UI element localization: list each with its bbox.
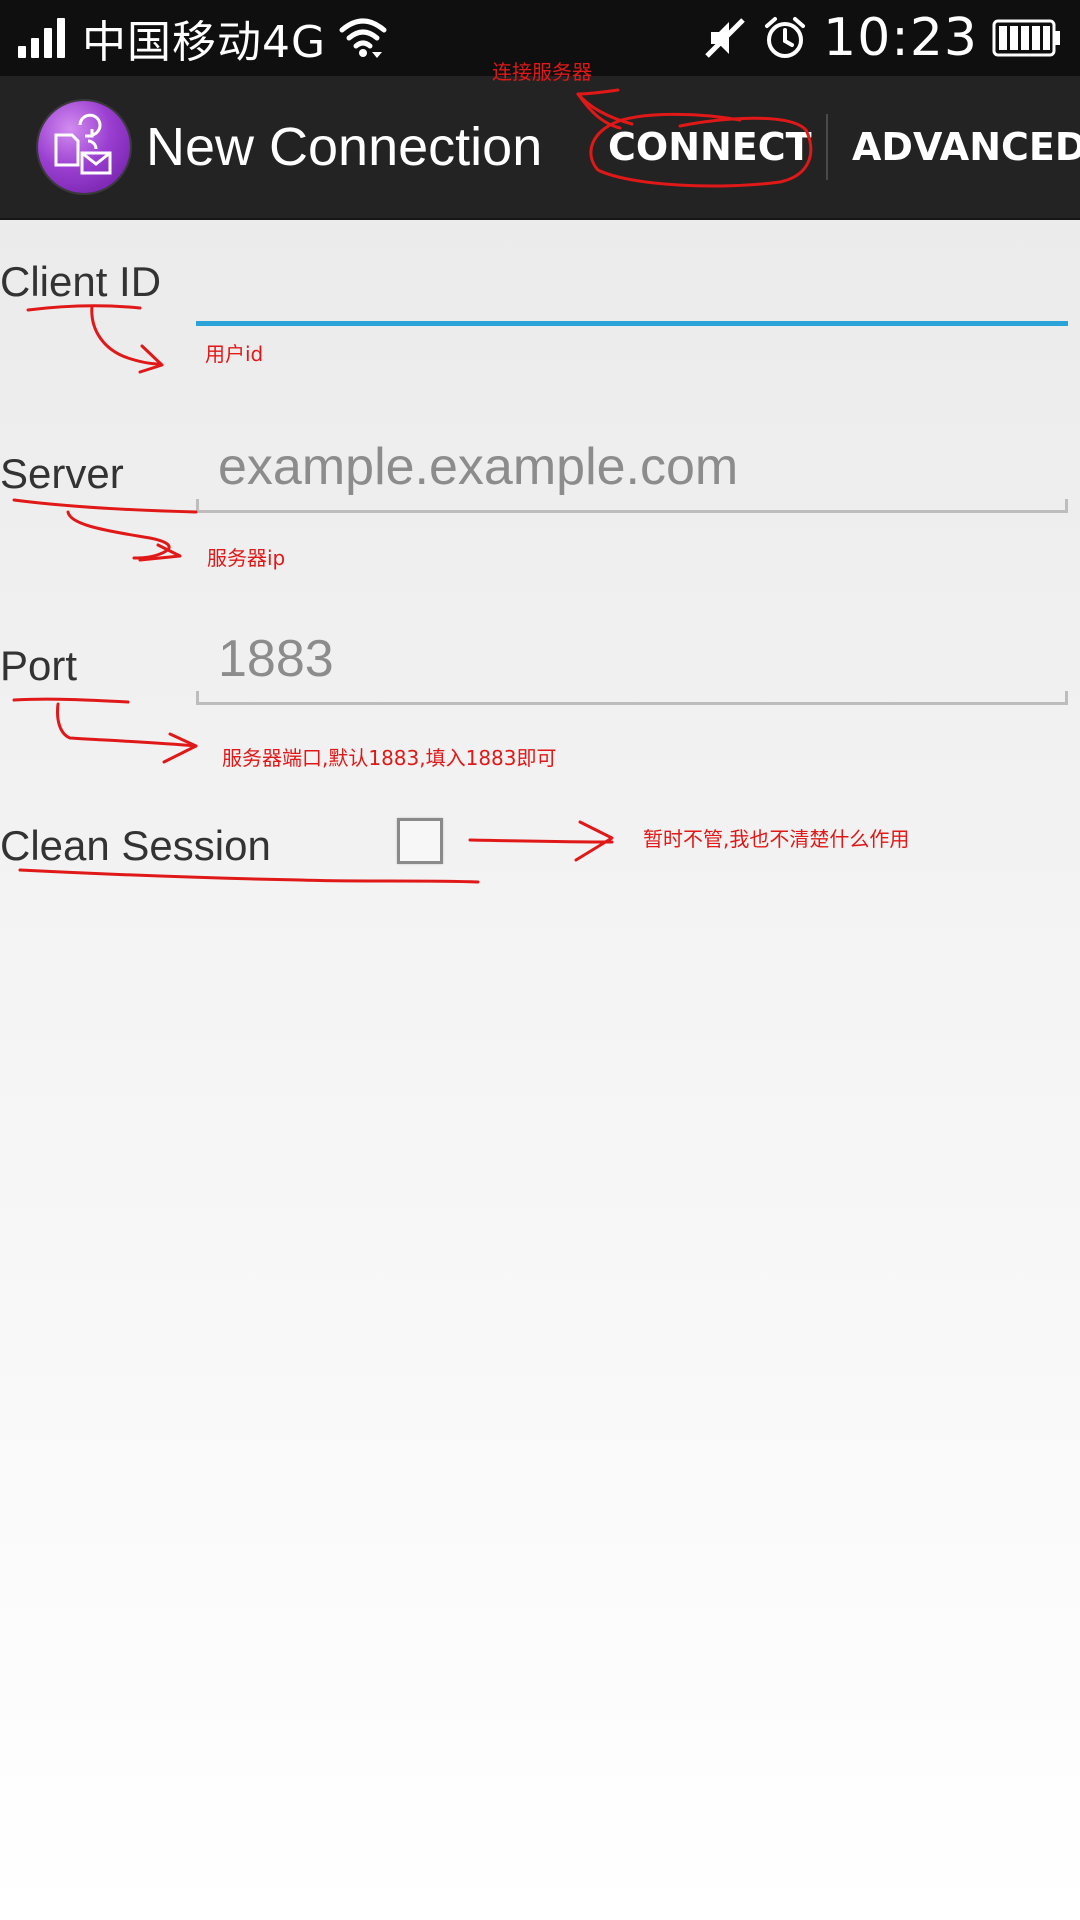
server-input[interactable]: example.example.com (196, 437, 1068, 513)
annotation-port: 服务器端口,默认1883,填入1883即可 (222, 746, 557, 770)
status-right: 10:23 (703, 0, 1062, 76)
mute-icon (705, 18, 745, 58)
server-placeholder: example.example.com (218, 438, 739, 496)
battery-icon (992, 19, 1060, 57)
port-input[interactable]: 1883 (196, 629, 1068, 705)
annotation-clean-session: 暂时不管,我也不清楚什么作用 (643, 827, 910, 851)
connection-form: Client ID Server example.example.com Por… (0, 220, 1080, 1920)
client-id-label: Client ID (0, 258, 162, 305)
wifi-icon (339, 18, 387, 58)
mqtt-app-icon[interactable] (38, 101, 130, 193)
port-placeholder: 1883 (218, 630, 334, 688)
advanced-button[interactable]: ADVANCED (852, 76, 1080, 218)
clock: 10:23 (823, 8, 978, 68)
action-bar: New Connection CONNECT ADVANCED (0, 76, 1080, 220)
status-left: 中国移动4G (18, 0, 388, 76)
annotation-client-id: 用户id (205, 342, 264, 366)
annotation-connect: 连接服务器 (492, 60, 592, 84)
client-id-input[interactable] (196, 250, 1068, 326)
annotation-server: 服务器ip (207, 546, 286, 570)
clean-session-checkbox[interactable] (397, 818, 443, 864)
port-label: Port (0, 642, 78, 689)
clean-session-label: Clean Session (0, 822, 271, 869)
alarm-icon (765, 17, 806, 58)
connect-button[interactable]: CONNECT (608, 76, 812, 218)
signal-icon (18, 18, 70, 58)
carrier-name: 中国移动4G (82, 17, 327, 68)
server-label: Server (0, 450, 124, 497)
page-title: New Connection (146, 117, 543, 177)
action-divider (826, 114, 828, 180)
